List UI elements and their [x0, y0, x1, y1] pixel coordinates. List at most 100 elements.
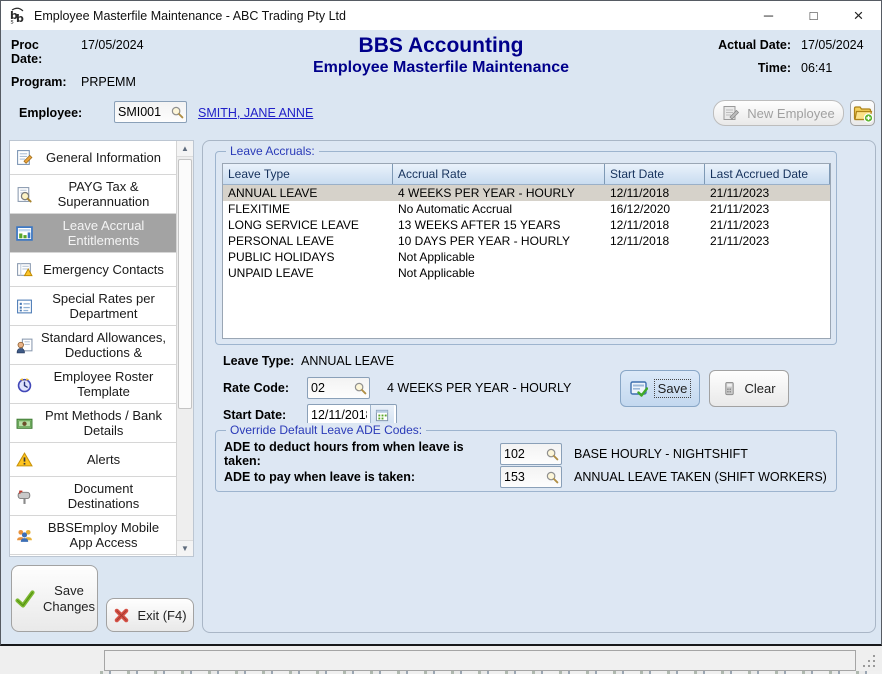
warning-triangle-icon — [16, 451, 33, 468]
ade-deduct-field[interactable] — [500, 443, 562, 465]
table-row[interactable]: PERSONAL LEAVE 10 DAYS PER YEAR - HOURLY… — [223, 233, 830, 249]
clear-button[interactable]: Clear — [709, 370, 789, 407]
search-icon[interactable] — [543, 444, 561, 464]
rate-code-field[interactable] — [307, 377, 370, 399]
sidebar-item-employee-roster-template[interactable]: Employee Roster Template — [10, 365, 177, 404]
time-value: 06:41 — [801, 61, 871, 75]
actual-date-value: 17/05/2024 — [801, 38, 871, 52]
leave-type-value: ANNUAL LEAVE — [301, 354, 394, 368]
exit-button[interactable]: Exit (F4) — [106, 598, 194, 632]
column-header-leave-type[interactable]: Leave Type — [223, 164, 393, 184]
title-bar: bbs Employee Masterfile Maintenance - AB… — [1, 1, 881, 30]
alarm-clock-icon — [16, 376, 33, 393]
scrollbar-thumb[interactable] — [178, 159, 192, 409]
clear-label: Clear — [744, 381, 775, 396]
folder-add-icon — [853, 103, 873, 123]
resize-grip-icon[interactable] — [873, 665, 875, 667]
close-button[interactable]: × — [836, 1, 881, 30]
header-titles: BBS Accounting Employee Masterfile Maint… — [201, 34, 681, 77]
header-right: Actual Date: 17/05/2024 Time: 06:41 — [718, 38, 871, 75]
new-employee-label: New Employee — [747, 106, 834, 121]
scroll-down-icon[interactable]: ▼ — [177, 540, 193, 556]
sidebar-item-emergency-contacts[interactable]: Emergency Contacts — [10, 253, 177, 287]
leave-accruals-table: Leave Type Accrual Rate Start Date Last … — [222, 163, 831, 339]
proc-date-value: 17/05/2024 — [81, 38, 144, 66]
override-ade-group: Override Default Leave ADE Codes: ADE to… — [215, 430, 837, 492]
leave-accruals-group: Leave Accruals: Leave Type Accrual Rate … — [215, 151, 837, 345]
sidebar-item-alerts[interactable]: Alerts — [10, 443, 177, 477]
app-window: bbs Employee Masterfile Maintenance - AB… — [0, 0, 882, 646]
sidebar-item-bbsemploy-mobile-app-access[interactable]: BBSEmploy Mobile App Access — [10, 516, 177, 555]
app-title: BBS Accounting — [201, 34, 681, 58]
table-row[interactable]: FLEXITIME No Automatic Accrual 16/12/202… — [223, 201, 830, 217]
open-employee-folder-button[interactable] — [850, 100, 875, 126]
maximize-button[interactable]: □ — [791, 1, 836, 30]
sidebar-item-standard-allowances-deductions[interactable]: Standard Allowances, Deductions & — [10, 326, 177, 365]
column-header-accrual-rate[interactable]: Accrual Rate — [393, 164, 605, 184]
sidebar-scrollbar[interactable]: ▲ ▼ — [176, 141, 193, 556]
sidebar-item-general-information[interactable]: General Information — [10, 141, 177, 175]
ade-pay-input[interactable] — [501, 470, 543, 484]
table-header-row: Leave Type Accrual Rate Start Date Last … — [223, 164, 830, 185]
green-check-icon — [14, 588, 36, 610]
sidebar-item-custom-fields-attributes[interactable]: Custom Fields / Attributes — [10, 555, 177, 557]
start-date-label: Start Date: — [223, 408, 307, 422]
table-row[interactable]: ANNUAL LEAVE 4 WEEKS PER YEAR - HOURLY 1… — [223, 185, 830, 201]
calendar-icon[interactable] — [370, 405, 394, 425]
ade-pay-label: ADE to pay when leave is taken: — [224, 470, 500, 484]
start-date-input[interactable] — [308, 408, 370, 422]
employee-name-link[interactable]: SMITH, JANE ANNE — [198, 106, 313, 120]
ade-deduct-input[interactable] — [501, 447, 543, 461]
scroll-up-icon[interactable]: ▲ — [177, 141, 193, 157]
document-magnifier-icon — [16, 186, 33, 203]
save-changes-button[interactable]: Save Changes — [11, 565, 98, 632]
column-header-start-date[interactable]: Start Date — [605, 164, 705, 184]
clear-eraser-icon — [722, 381, 737, 396]
leave-type-label: Leave Type: — [223, 354, 301, 368]
table-row[interactable]: PUBLIC HOLIDAYS Not Applicable — [223, 249, 830, 265]
new-employee-button[interactable]: New Employee — [713, 100, 844, 126]
table-row[interactable]: LONG SERVICE LEAVE 13 WEEKS AFTER 15 YEA… — [223, 217, 830, 233]
sidebar-item-special-rates-per-department[interactable]: Special Rates per Department — [10, 287, 177, 326]
background-status-field — [104, 650, 856, 671]
banknote-icon — [16, 415, 33, 432]
leave-accruals-group-label: Leave Accruals: — [226, 144, 319, 158]
search-icon[interactable] — [168, 102, 186, 122]
proc-date-label: Proc Date: — [11, 38, 73, 66]
sidebar-item-leave-accrual-entitlements[interactable]: Leave Accrual Entitlements — [10, 214, 177, 253]
leave-calendar-icon — [16, 225, 33, 242]
sidebar-item-document-destinations[interactable]: Document Destinations — [10, 477, 177, 516]
sidebar-nav: General Information PAYG Tax & Superannu… — [9, 140, 194, 557]
search-icon[interactable] — [351, 378, 369, 398]
table-row[interactable]: UNPAID LEAVE Not Applicable — [223, 265, 830, 281]
background-window-strip — [0, 648, 882, 674]
rate-code-input[interactable] — [308, 381, 351, 395]
mailbox-icon — [16, 488, 33, 505]
override-ade-group-label: Override Default Leave ADE Codes: — [226, 423, 426, 437]
minimize-button[interactable]: ─ — [746, 1, 791, 30]
ade-pay-field[interactable] — [500, 466, 562, 488]
list-icon — [16, 298, 33, 315]
edit-document-icon — [16, 149, 33, 166]
search-icon[interactable] — [543, 467, 561, 487]
save-changes-label: Save Changes — [43, 583, 95, 615]
red-x-icon — [113, 607, 130, 624]
time-label: Time: — [718, 61, 791, 75]
program-value: PRPEMM — [81, 75, 144, 89]
column-header-last-accrued-date[interactable]: Last Accrued Date — [705, 164, 830, 184]
sidebar-item-pmt-methods-bank-details[interactable]: Pmt Methods / Bank Details — [10, 404, 177, 443]
svg-text:b: b — [16, 12, 24, 24]
sidebar-item-payg-tax-superannuation[interactable]: PAYG Tax & Superannuation — [10, 175, 177, 214]
employee-code-field[interactable] — [114, 101, 187, 123]
program-label: Program: — [11, 75, 73, 89]
ade-deduct-description: BASE HOURLY - NIGHTSHIFT — [574, 447, 748, 461]
employee-code-input[interactable] — [115, 105, 168, 119]
save-button[interactable]: Save — [620, 370, 700, 407]
save-disk-check-icon — [630, 380, 648, 398]
leave-accrual-panel: Leave Accruals: Leave Type Accrual Rate … — [202, 140, 876, 633]
rate-code-description: 4 WEEKS PER YEAR - HOURLY — [387, 381, 571, 395]
employee-label: Employee: — [19, 106, 82, 120]
rate-code-label: Rate Code: — [223, 381, 307, 395]
actual-date-label: Actual Date: — [718, 38, 791, 52]
people-group-icon — [16, 527, 33, 544]
